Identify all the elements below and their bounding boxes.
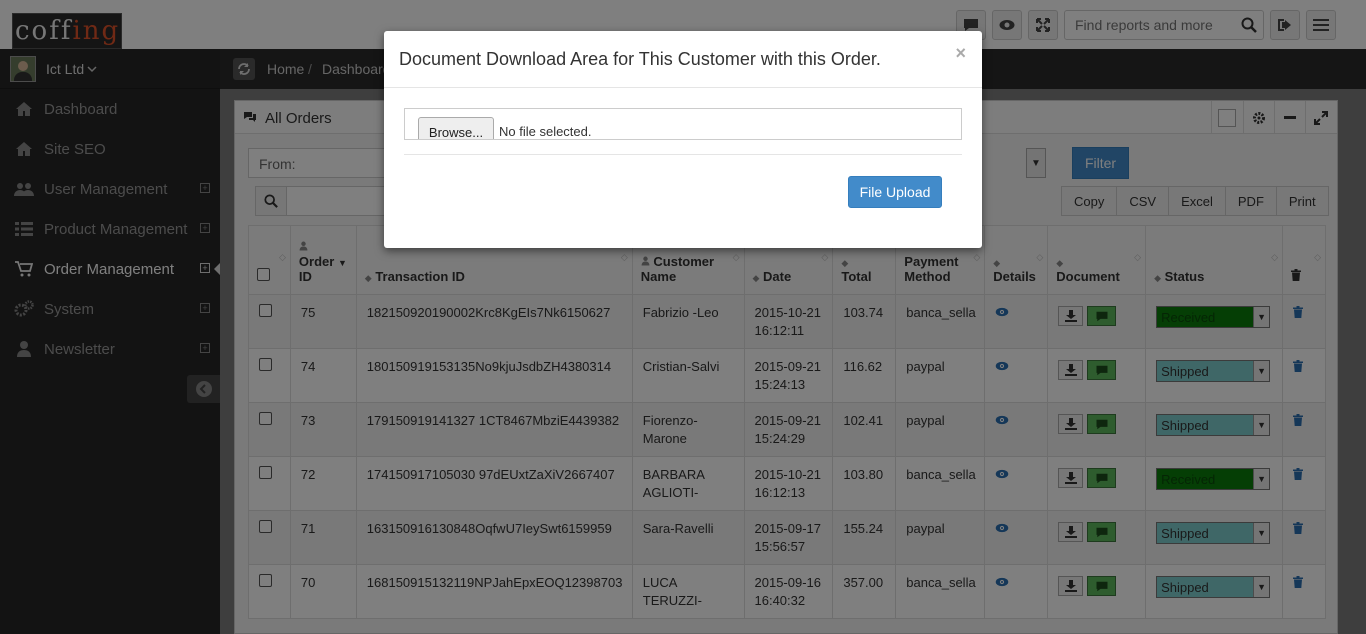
file-status: No file selected. <box>499 124 592 139</box>
modal-header: Document Download Area for This Customer… <box>384 31 982 88</box>
modal-title: Document Download Area for This Customer… <box>399 49 881 69</box>
file-input[interactable]: Browse... No file selected. <box>404 108 962 140</box>
close-icon[interactable]: × <box>955 43 966 64</box>
browse-button[interactable]: Browse... <box>418 117 494 139</box>
document-upload-modal: Document Download Area for This Customer… <box>384 31 982 248</box>
file-upload-button[interactable]: File Upload <box>848 176 942 208</box>
modal-divider <box>404 154 962 155</box>
